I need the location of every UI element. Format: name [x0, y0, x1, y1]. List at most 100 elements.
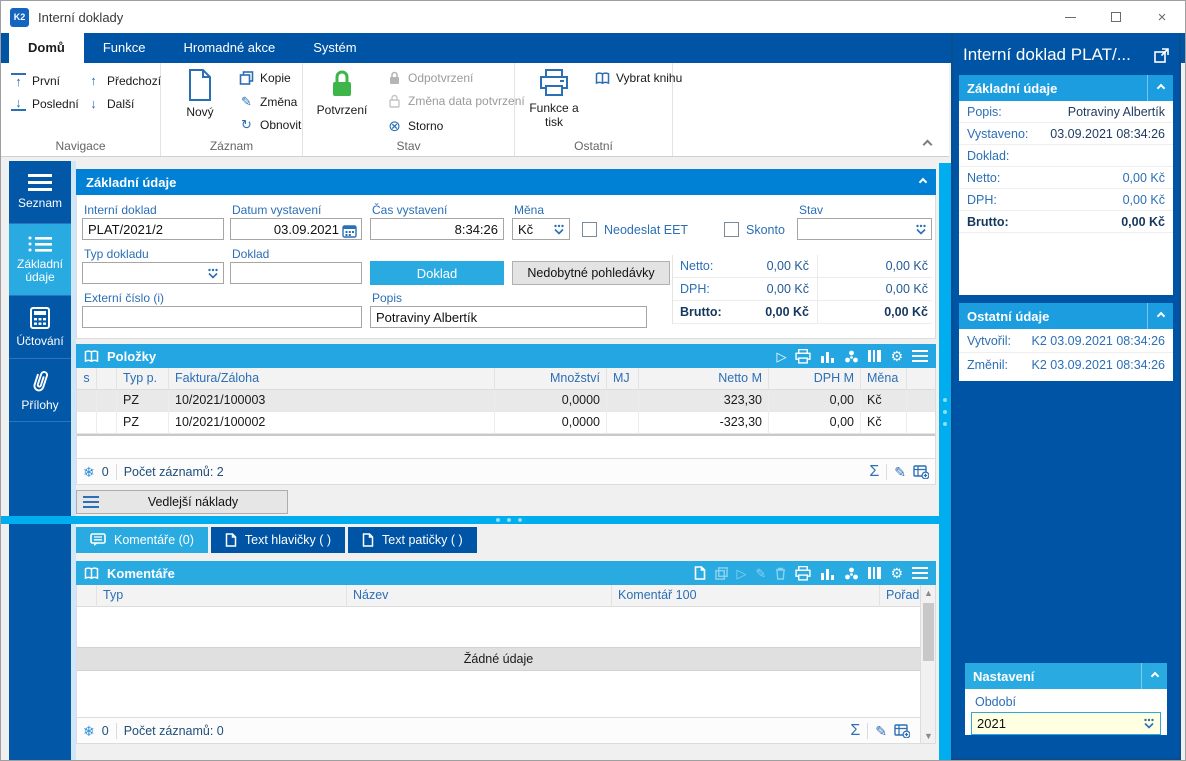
mena-select[interactable]: Kč [512, 218, 570, 240]
nedobytne-pohledavky-button[interactable]: Nedobytné pohledávky [512, 261, 670, 285]
add-record-icon[interactable] [894, 723, 910, 738]
polozky-panel: Položky ▷ ⚙ s Typ p. Faktura/Záloha [76, 344, 936, 485]
preview-panel: Interní doklad PLAT/... Základní údaje P… [951, 33, 1181, 760]
unconfirm-button[interactable]: Odpotvrzení [387, 71, 473, 85]
copy-button[interactable]: Kopie [239, 71, 291, 85]
obdobi-select[interactable]: 2021 [971, 712, 1161, 735]
ribbon: ↑První ↑Předchozí ↓Poslední ↓Další Navig… [1, 63, 949, 157]
edit-pencil-icon[interactable]: ✎ [875, 724, 887, 738]
new-record-icon[interactable] [694, 566, 706, 580]
select-book-button[interactable]: Vybrat knihu [595, 71, 682, 85]
tab-system[interactable]: Systém [294, 33, 375, 63]
tab-komentare[interactable]: Komentáře (0) [76, 527, 208, 553]
print-icon[interactable] [795, 349, 811, 364]
popis-input[interactable]: Potraviny Albertík [370, 306, 647, 328]
add-record-icon[interactable] [913, 464, 929, 479]
skonto-checkbox[interactable] [724, 222, 739, 237]
doklad-input[interactable] [230, 262, 362, 284]
sidebar-item-seznam[interactable]: Seznam [9, 161, 71, 224]
new-button[interactable]: Nový [167, 69, 233, 119]
close-button[interactable]: × [1139, 1, 1185, 33]
k2-app-icon: K2 [10, 8, 29, 27]
sum-icon[interactable]: Σ [850, 723, 860, 739]
vertical-splitter[interactable] [939, 163, 951, 760]
polozky-row-2[interactable]: PZ 10/2021/100002 0,0000 -323,30 0,00 Kč [77, 412, 935, 434]
section-collapse-button[interactable] [1147, 303, 1173, 329]
doklad-button[interactable]: Doklad [370, 261, 504, 285]
trash-icon[interactable] [775, 567, 786, 580]
ribbon-collapse-chevron[interactable] [923, 140, 933, 150]
preview-row: Netto:0,00 Kč [959, 167, 1173, 189]
chart-icon[interactable] [820, 567, 835, 580]
refresh-button[interactable]: ↻Obnovit [239, 117, 301, 133]
preview-row: Vytvořil:K2 03.09.2021 08:34:26 [959, 329, 1173, 353]
tab-text-paticky[interactable]: Text patičky ( ) [348, 527, 477, 553]
copy-icon[interactable] [715, 567, 728, 580]
edit-pencil-icon[interactable]: ✎ [894, 465, 906, 479]
first-button[interactable]: ↑První [11, 73, 60, 88]
new-document-icon [186, 69, 214, 101]
sidebar-item-uctovani[interactable]: Účtování [9, 296, 71, 359]
vertical-scrollbar[interactable]: ▲ ▼ [920, 585, 935, 743]
arrow-down-icon: ↓ [86, 96, 101, 111]
previous-button[interactable]: ↑Předchozí [86, 73, 161, 88]
next-button[interactable]: ↓Další [86, 96, 134, 111]
polozky-row-1[interactable]: PZ 10/2021/100003 0,0000 323,30 0,00 Kč [77, 390, 935, 412]
play-icon[interactable]: ▷ [737, 567, 747, 580]
workflow-icon[interactable] [844, 349, 859, 364]
calendar-icon[interactable] [342, 224, 357, 238]
preview-row: Brutto:0,00 Kč [959, 211, 1173, 233]
last-button[interactable]: ↓Poslední [11, 96, 79, 111]
workflow-icon[interactable] [844, 566, 859, 581]
sidebar-item-zakladni-udaje[interactable]: Základní údaje [9, 224, 71, 296]
open-external-icon[interactable] [1154, 48, 1169, 63]
confirm-button[interactable]: Potvrzení [309, 69, 375, 117]
totals-block: Netto:0,00 Kč0,00 Kč DPH:0,00 Kč0,00 Kč … [672, 255, 932, 324]
tab-hromadne-akce[interactable]: Hromadné akce [164, 33, 294, 63]
scroll-down-arrow[interactable]: ▼ [921, 728, 936, 743]
polozky-footer: ❄ 0 Počet záznamů: 2 Σ ✎ [77, 458, 935, 484]
collapse-chevron-icon[interactable] [919, 178, 927, 186]
columns-icon[interactable] [868, 349, 881, 363]
edit-pencil-icon[interactable]: ✎ [756, 567, 767, 580]
functions-print-button[interactable]: Funkce a tisk [521, 69, 587, 129]
settings-gear-icon[interactable]: ⚙ [890, 349, 903, 363]
datum-vystaveni-input[interactable]: 03.09.2021 [230, 218, 362, 240]
externi-cislo-input[interactable] [82, 306, 362, 328]
interni-doklad-input[interactable]: PLAT/2021/2 [82, 218, 224, 240]
chart-icon[interactable] [820, 350, 835, 363]
polozky-header: Položky ▷ ⚙ [76, 344, 936, 368]
tab-text-hlavicky[interactable]: Text hlavičky ( ) [211, 527, 345, 553]
maximize-button[interactable] [1093, 1, 1139, 33]
book-icon [595, 72, 610, 85]
scroll-thumb[interactable] [923, 603, 934, 661]
horizontal-splitter[interactable] [1, 516, 1016, 524]
change-button[interactable]: ✎Změna [239, 94, 297, 110]
tab-domu[interactable]: Domů [9, 33, 84, 63]
panel-menu-icon[interactable] [912, 350, 928, 362]
vedlejsi-naklady-button[interactable]: Vedlejší náklady [76, 490, 288, 514]
cas-vystaveni-input[interactable]: 8:34:26 [370, 218, 504, 240]
typ-dokladu-select[interactable] [82, 262, 224, 284]
minimize-button[interactable] [1047, 1, 1093, 33]
window-title: Interní doklady [38, 10, 123, 25]
scroll-up-arrow[interactable]: ▲ [921, 585, 936, 600]
tab-funkce[interactable]: Funkce [84, 33, 165, 63]
neodeslat-eet-checkbox[interactable] [582, 222, 597, 237]
change-confirm-date-button[interactable]: Změna data potvrzení [387, 94, 525, 108]
dropdown-icon [207, 268, 219, 280]
sum-icon[interactable]: Σ [869, 464, 879, 480]
panel-menu-icon[interactable] [912, 567, 928, 579]
print-icon[interactable] [795, 566, 811, 581]
minimize-icon [1065, 17, 1076, 18]
stav-select[interactable] [797, 218, 932, 240]
section-collapse-button[interactable] [1141, 663, 1167, 689]
settings-gear-icon[interactable]: ⚙ [890, 566, 903, 580]
play-icon[interactable]: ▷ [776, 350, 786, 363]
komentare-panel: Komentáře ▷ ✎ ⚙ [76, 561, 936, 744]
storno-button[interactable]: ⊗Storno [387, 117, 443, 135]
columns-icon[interactable] [868, 566, 881, 580]
section-collapse-button[interactable] [1147, 75, 1173, 101]
ribbon-group-ostatni: Funkce a tisk Vybrat knihu Ostatní [515, 63, 673, 156]
sidebar-item-prilohy[interactable]: Přílohy [9, 359, 71, 422]
